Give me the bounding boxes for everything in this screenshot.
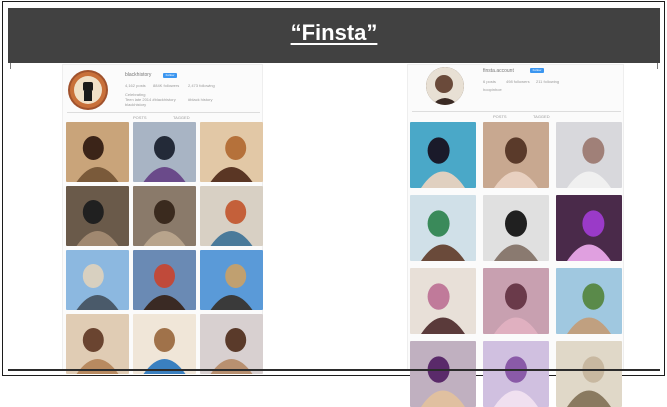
header-tick-right — [657, 63, 658, 69]
slide-title: “Finsta” — [290, 20, 378, 45]
left-username: blackhistory — [125, 72, 152, 78]
left-tab-posts[interactable]: POSTS — [133, 115, 147, 120]
right-bio-line-1: hoopinhoe — [483, 87, 502, 92]
photo-thumbnail-icon — [410, 122, 476, 188]
left-photo-woman-crown[interactable] — [200, 314, 263, 374]
right-photo-woman-silver-hair[interactable] — [556, 122, 622, 188]
photo-thumbnail-icon — [556, 122, 622, 188]
photo-thumbnail-icon — [133, 314, 196, 374]
photo-thumbnail-icon — [133, 186, 196, 246]
photo-thumbnail-icon — [556, 341, 622, 407]
left-posts-count: 4,162 posts — [125, 83, 146, 88]
photo-thumbnail-icon — [200, 186, 263, 246]
photo-thumbnail-icon — [556, 195, 622, 261]
profile-photo-icon — [426, 67, 464, 105]
left-avatar[interactable] — [68, 70, 108, 110]
right-tab-tagged[interactable]: TAGGED — [533, 114, 550, 119]
left-tab-tagged[interactable]: TAGGED — [173, 115, 190, 120]
photo-thumbnail-icon — [133, 250, 196, 310]
right-photo-pink-outfit[interactable] — [483, 268, 549, 334]
left-photo-grid — [66, 122, 263, 374]
right-followers-count[interactable]: 498 followers — [506, 79, 530, 84]
right-profile-screenshot: finsta.account Follow 6 posts 498 follow… — [407, 64, 624, 407]
right-photo-picnic-table[interactable] — [556, 268, 622, 334]
photo-thumbnail-icon — [66, 186, 129, 246]
photo-thumbnail-icon — [410, 341, 476, 407]
left-photo-inauguration-group[interactable] — [133, 122, 196, 182]
left-photo-woman-curly-hair[interactable] — [66, 314, 129, 374]
right-follow-button[interactable]: Follow — [530, 68, 544, 73]
left-following-count[interactable]: 2,473 following — [188, 83, 215, 88]
left-photo-wooden-bowl[interactable] — [133, 314, 196, 374]
header-tick-left — [10, 63, 11, 69]
photo-thumbnail-icon — [410, 195, 476, 261]
right-photo-heels-shoes[interactable] — [556, 341, 622, 407]
right-photo-purple-wig[interactable] — [483, 341, 549, 407]
right-posts-count: 6 posts — [483, 79, 496, 84]
left-bio-line-3: #black history — [188, 97, 213, 102]
left-followers-count[interactable]: 884K followers — [153, 83, 179, 88]
right-photo-fishnet-legs[interactable] — [483, 195, 549, 261]
right-photo-grid — [410, 122, 623, 407]
right-photo-party-outfit[interactable] — [410, 268, 476, 334]
left-follow-button[interactable]: Follow — [163, 73, 177, 78]
photo-thumbnail-icon — [483, 195, 549, 261]
left-photo-atv-desert[interactable] — [200, 250, 263, 310]
title-bar: “Finsta” — [8, 8, 660, 63]
photo-thumbnail-icon — [66, 250, 129, 310]
left-photo-woman-red-hair[interactable] — [133, 250, 196, 310]
photo-thumbnail-icon — [200, 314, 263, 374]
right-photo-purple-fur[interactable] — [556, 195, 622, 261]
left-photo-woman-orange-outfit[interactable] — [200, 122, 263, 182]
right-avatar[interactable] — [426, 67, 464, 105]
photo-thumbnail-icon — [200, 250, 263, 310]
left-photo-woman-portrait[interactable] — [66, 122, 129, 182]
right-following-count[interactable]: 211 following — [536, 79, 559, 84]
raised-fist-icon — [70, 72, 106, 108]
photo-thumbnail-icon — [483, 122, 549, 188]
photo-thumbnail-icon — [66, 122, 129, 182]
left-bio-line-4: blackhistory — [125, 102, 147, 107]
photo-thumbnail-icon — [66, 314, 129, 374]
right-tab-divider — [412, 111, 621, 112]
right-photo-woman-purple-top[interactable] — [410, 341, 476, 407]
right-username: finsta.account — [483, 68, 514, 74]
right-photo-green-outfit-pose[interactable] — [410, 195, 476, 261]
photo-thumbnail-icon — [483, 341, 549, 407]
left-profile-screenshot: blackhistory Follow 4,162 posts 884K fol… — [62, 64, 263, 374]
left-photo-men-suits-group[interactable] — [66, 186, 129, 246]
slide-bottom-rule — [8, 369, 660, 371]
photo-thumbnail-icon — [200, 122, 263, 182]
right-photo-woman-closeup[interactable] — [483, 122, 549, 188]
photo-thumbnail-icon — [556, 268, 622, 334]
left-photo-elder-portrait[interactable] — [133, 186, 196, 246]
photo-thumbnail-icon — [483, 268, 549, 334]
photo-thumbnail-icon — [133, 122, 196, 182]
photo-thumbnail-icon — [410, 268, 476, 334]
left-photo-books-stack[interactable] — [200, 186, 263, 246]
right-tab-posts[interactable]: POSTS — [493, 114, 507, 119]
left-tab-divider — [67, 112, 260, 113]
right-photo-anime-portrait[interactable] — [410, 122, 476, 188]
left-photo-rooftop-woman[interactable] — [66, 250, 129, 310]
